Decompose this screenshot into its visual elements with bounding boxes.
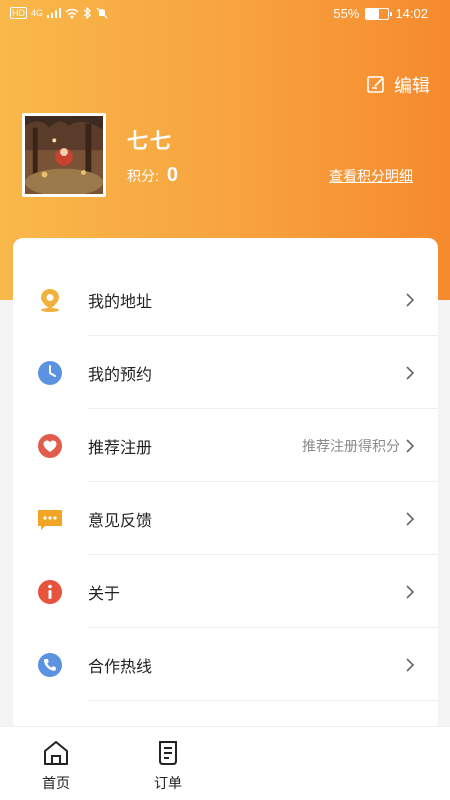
order-icon (159, 741, 177, 765)
chevron-right-icon (406, 511, 415, 526)
clock-icon (38, 360, 62, 385)
signal-icon (47, 8, 62, 18)
home-icon (44, 741, 68, 765)
menu-hint: 推荐注册得积分 (302, 437, 400, 454)
wifi-icon (65, 8, 79, 18)
mute-icon (96, 7, 108, 19)
battery-fill (366, 8, 379, 19)
menu-card: 我的地址 我的预约 推荐注册 推荐注册得积分 意见反馈 关于 合作热线 (13, 238, 438, 730)
bluetooth-icon (83, 7, 91, 19)
chevron-right-icon (406, 438, 415, 453)
edit-label: 编辑 (394, 76, 430, 96)
edit-icon (367, 76, 384, 93)
menu-item-appointment[interactable]: 我的预约 (13, 336, 438, 409)
user-name: 七七 (127, 130, 173, 153)
avatar[interactable] (22, 113, 106, 197)
edit-button[interactable]: 编辑 (366, 72, 430, 98)
status-bar: HD 4G 55% 14:02 (0, 0, 450, 30)
battery-percent: 55% (333, 6, 360, 21)
tab-label: 首页 (42, 775, 70, 791)
menu-label: 合作热线 (88, 658, 153, 676)
points-detail-link[interactable]: 查看积分明细 (329, 166, 413, 186)
info-icon (38, 579, 62, 604)
message-icon (38, 509, 62, 530)
clock-time: 14:02 (395, 6, 428, 21)
location-pin-icon (41, 288, 59, 312)
tab-orders[interactable]: 订单 (112, 727, 224, 800)
chevron-right-icon (406, 365, 415, 380)
status-left: HD 4G (10, 7, 108, 19)
bottom-tab-bar: 首页 订单 (0, 726, 450, 800)
points-label: 积分: (127, 168, 159, 184)
menu-item-feedback[interactable]: 意见反馈 (13, 482, 438, 555)
points-row: 积分: 0 (127, 164, 178, 187)
chevron-right-icon (406, 584, 415, 599)
tab-label: 订单 (154, 775, 182, 791)
hd-icon: HD (10, 7, 27, 19)
menu-item-hotline[interactable]: 合作热线 (13, 628, 438, 701)
menu-item-address[interactable]: 我的地址 (13, 263, 438, 336)
points-value: 0 (166, 164, 179, 186)
menu-label: 推荐注册 (88, 439, 153, 457)
menu-label: 我的预约 (88, 366, 153, 384)
heart-icon (38, 433, 62, 458)
tab-home[interactable]: 首页 (0, 727, 112, 800)
network-icon: 4G (31, 8, 44, 18)
divider (88, 700, 438, 701)
menu-item-referral[interactable]: 推荐注册 推荐注册得积分 (13, 409, 438, 482)
menu-label: 关于 (88, 585, 121, 603)
chevron-right-icon (406, 292, 415, 307)
avatar-image (25, 116, 103, 194)
menu-label: 意见反馈 (88, 512, 153, 530)
chevron-right-icon (406, 657, 415, 672)
battery-icon (365, 7, 393, 20)
status-right: 55% 14:02 (333, 6, 428, 21)
menu-label: 我的地址 (88, 293, 153, 311)
phone-icon (38, 652, 62, 677)
menu-item-about[interactable]: 关于 (13, 555, 438, 628)
